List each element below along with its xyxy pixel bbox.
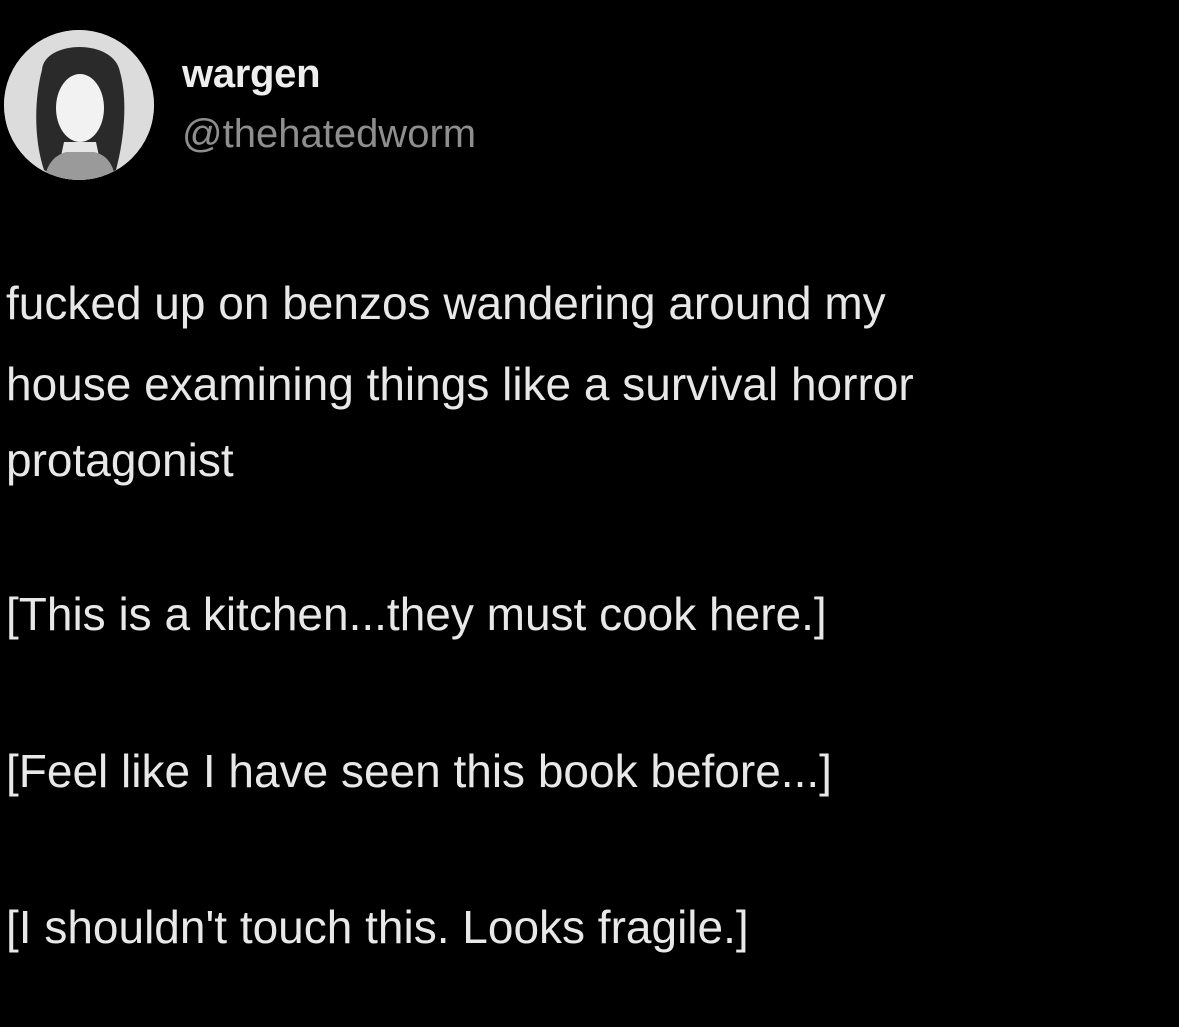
tweet-text-line: [Feel like I have seen this book before.… [6,745,832,797]
tweet-text-line: [I shouldn't touch this. Looks fragile.] [6,901,749,953]
tweet-text-line: [This is a kitchen...they must cook here… [6,588,827,640]
user-handle[interactable]: @thehatedworm [182,112,476,157]
tweet-text-line: house examining things like a survival h… [6,358,914,410]
tweet-card: wargen @thehatedworm fucked up on benzos… [0,0,1179,1027]
avatar[interactable] [4,30,154,180]
tweet-text-line: fucked up on benzos wandering around my [6,277,886,329]
avatar-photo-icon [4,30,154,180]
tweet-text-line: protagonist [6,434,234,486]
display-name[interactable]: wargen [182,52,321,97]
